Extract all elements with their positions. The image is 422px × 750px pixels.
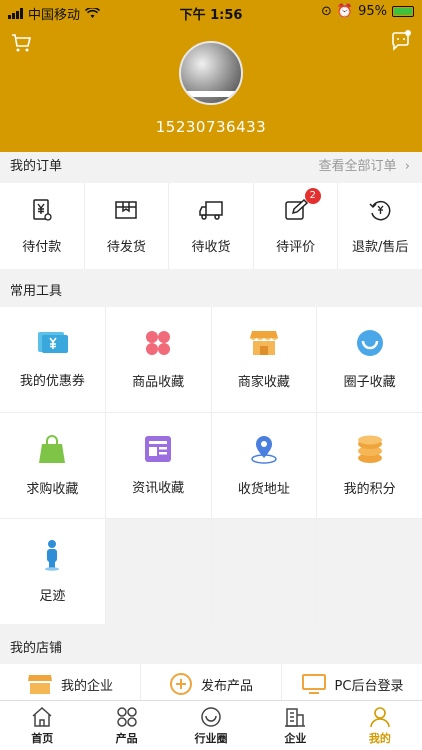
order-pending-payment[interactable]: 待付款 [0,183,85,269]
yen-receipt-icon [33,198,52,221]
order-pending-shipment[interactable]: 待发货 [85,183,170,269]
shop-pc-admin-login[interactable]: PC后台登录 [282,664,422,704]
tool-store-favorites[interactable]: 商家收藏 [211,307,317,412]
plus-circle-icon [169,673,192,695]
tab-home[interactable]: 首页 [0,701,84,750]
shop-row: 我的企业 发布产品 PC后台登录 [0,664,422,704]
tool-purchase-request-favorites[interactable]: 求购收藏 [0,413,105,518]
tab-mine[interactable]: 我的 [338,701,422,750]
tab-bar: 首页 产品 行业圈 企业 我的 [0,700,422,750]
news-icon [145,436,172,462]
circle-icon [201,706,221,727]
person-icon [370,706,390,727]
tab-industry-circle[interactable]: 行业圈 [169,701,253,750]
order-pending-review[interactable]: 待评价 2 [254,183,339,269]
orientation-lock-icon: ⊙ [321,4,332,19]
location-pin-icon [251,436,277,464]
coupon-icon [38,332,69,353]
store-icon [249,331,278,355]
coins-icon [357,435,382,463]
tool-circle-favorites[interactable]: 圈子收藏 [317,307,422,412]
order-refund-after-sales[interactable]: 退款/售后 [338,183,422,269]
profile-header: 15230736433 [0,24,422,152]
tool-shipping-address[interactable]: 收货地址 [211,413,317,518]
avatar[interactable] [179,41,243,105]
shopping-bag-icon [39,435,66,463]
orders-section-header[interactable]: 我的订单 查看全部订单 › [0,152,422,182]
tool-news-favorites[interactable]: 资讯收藏 [105,413,211,518]
tool-coupons[interactable]: 我的优惠券 [0,307,105,412]
footprint-person-icon [45,540,60,571]
tools-title: 常用工具 [10,284,63,299]
clover-icon [146,331,171,355]
shop-title: 我的店铺 [10,641,63,656]
grid-icon [116,706,137,727]
cart-icon[interactable] [10,32,32,54]
shop-my-company[interactable]: 我的企业 [0,664,141,704]
edit-icon [284,198,308,220]
tools-section-header: 常用工具 [0,277,422,307]
monitor-icon [301,674,326,694]
home-icon [32,706,52,727]
tool-product-favorites[interactable]: 商品收藏 [105,307,211,412]
status-bar: 中国移动 下午 1:56 ⊙ ⏰ 95% [0,0,422,24]
tab-enterprise[interactable]: 企业 [253,701,337,750]
alarm-icon: ⏰ [336,4,354,19]
tools-grid: 我的优惠券 商品收藏 商家收藏 圈子收藏 求购收藏 资讯收藏 收货地址 我的积分… [0,307,422,624]
tool-my-points[interactable]: 我的积分 [317,413,422,518]
tool-footprints[interactable]: 足迹 [0,519,105,624]
message-icon[interactable] [390,30,412,52]
refund-icon [369,200,391,220]
orders-row: 待付款 待发货 待收货 待评价 2 退款/售后 [0,183,422,269]
smile-circle-icon [356,330,383,356]
orders-title: 我的订单 [10,159,63,174]
view-all-orders-link[interactable]: 查看全部订单 › [319,152,410,182]
building-icon [285,707,306,727]
user-phone: 15230736433 [155,118,267,136]
package-icon [115,200,138,219]
battery-icon [392,6,414,17]
shop-publish-product[interactable]: 发布产品 [141,664,282,704]
shop-section-header: 我的店铺 [0,634,422,664]
review-count-badge: 2 [304,188,321,204]
order-pending-receipt[interactable]: 待收货 [169,183,254,269]
truck-icon [199,200,223,220]
store-icon [27,675,52,694]
tools-grid-filler [211,519,317,624]
tools-grid-filler [317,519,422,624]
battery-percent: 95% [358,4,387,19]
tab-products[interactable]: 产品 [84,701,168,750]
chevron-right-icon: › [404,159,410,174]
tools-grid-filler [105,519,211,624]
